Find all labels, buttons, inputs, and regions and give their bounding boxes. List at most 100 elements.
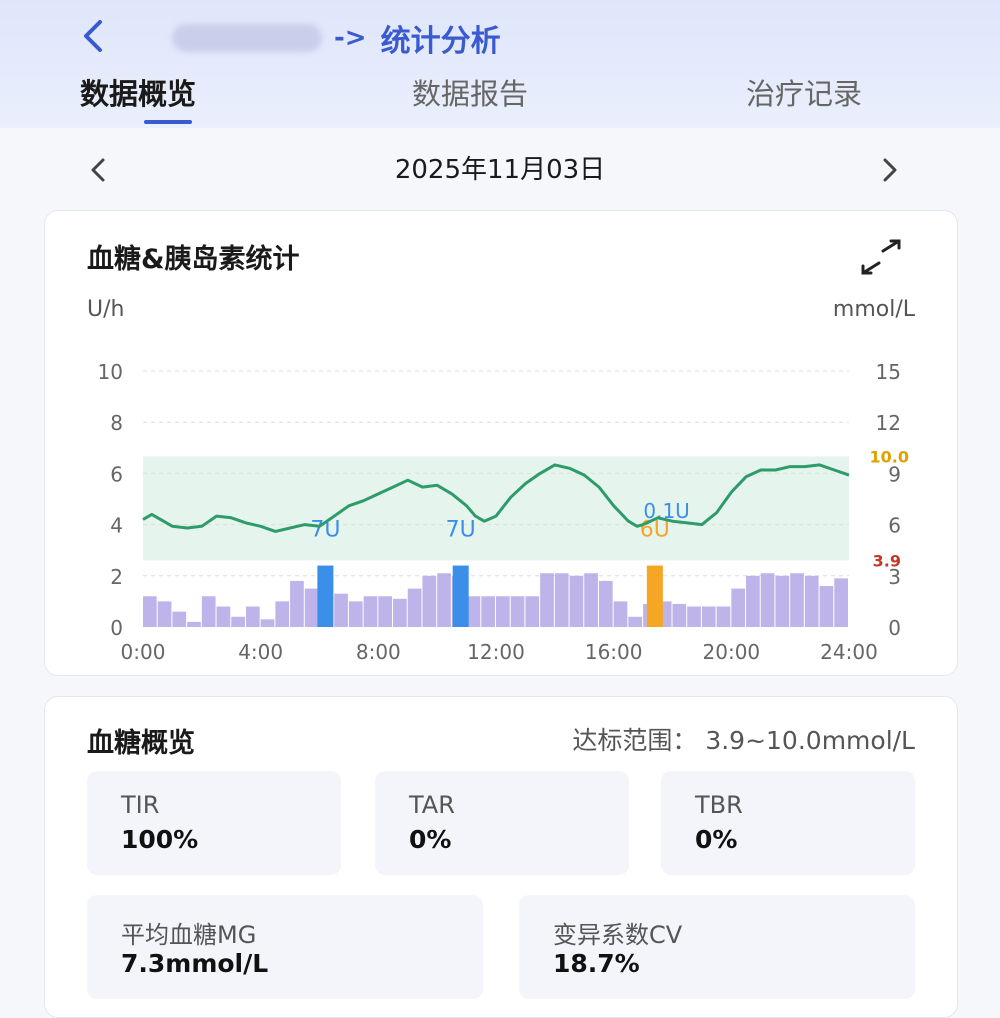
basal-rate-bar bbox=[496, 596, 510, 627]
y-left-tick-label: 6 bbox=[110, 462, 123, 486]
metric-value: 100% bbox=[121, 825, 199, 854]
basal-rate-bar bbox=[760, 573, 775, 627]
basal-rate-bar bbox=[363, 596, 378, 627]
basal-rate-bar bbox=[687, 606, 701, 627]
page-title: 统计分析 bbox=[380, 24, 501, 59]
back-button[interactable] bbox=[74, 16, 114, 56]
target-high-label: 10.0 bbox=[870, 447, 909, 466]
current-date: 2025年11月03日 bbox=[394, 155, 606, 185]
breadcrumb-separator: -> bbox=[334, 23, 367, 53]
basal-rate-bar bbox=[598, 580, 613, 627]
basal-rate-bar bbox=[525, 596, 540, 627]
app-header: -> 统计分析 数据概览 数据报告 治疗记录 bbox=[0, 0, 1000, 128]
x-tick-label: 12:00 bbox=[467, 640, 525, 664]
basal-rate-bar bbox=[716, 606, 731, 627]
metric-value: 0% bbox=[695, 825, 738, 854]
metric-value: 0% bbox=[409, 825, 452, 854]
metric-label: 平均血糖MG bbox=[121, 921, 257, 949]
basal-rate-bar bbox=[201, 596, 216, 627]
basal-rate-bar bbox=[378, 596, 393, 627]
metric-tbr: TBR 0% bbox=[661, 771, 915, 875]
basal-rate-bar bbox=[613, 601, 628, 627]
basal-rate-bar bbox=[437, 573, 451, 627]
basal-rate-bar bbox=[554, 573, 569, 627]
next-date-button[interactable] bbox=[870, 148, 910, 192]
chevron-right-icon bbox=[883, 158, 897, 182]
basal-rate-bar bbox=[231, 616, 245, 627]
basal-rate-bar bbox=[216, 606, 231, 627]
basal-rate-bar bbox=[187, 621, 201, 627]
bolus-bar bbox=[317, 565, 334, 627]
y-left-tick-label: 4 bbox=[110, 514, 123, 538]
x-tick-label: 24:00 bbox=[820, 640, 878, 664]
metric-mean-glucose: 平均血糖MG 7.3mmol/L bbox=[87, 895, 483, 999]
basal-rate-bar bbox=[569, 575, 584, 627]
x-tick-label: 16:00 bbox=[585, 640, 643, 664]
basal-rate-bar bbox=[804, 575, 819, 627]
basal-rate-bar bbox=[422, 575, 437, 627]
x-tick-label: 8:00 bbox=[356, 640, 401, 664]
target-low-label: 3.9 bbox=[873, 551, 901, 570]
glucose-insulin-chart-card: 血糖&胰岛素统计 U/h mmol/L 0 2 4 6 8 10 0 3 6 9 12 15 10.0 3… bbox=[44, 210, 958, 676]
metric-label: TAR bbox=[409, 791, 455, 819]
basal-rate-bar bbox=[775, 575, 790, 627]
tab-data-overview[interactable]: 数据概览 bbox=[80, 74, 196, 114]
basal-rate-bar bbox=[731, 588, 746, 627]
metric-label: TBR bbox=[695, 791, 743, 819]
glucose-overview-card: 血糖概览 达标范围： 3.9~10.0mmol/L TIR 100% TAR 0… bbox=[44, 696, 958, 1018]
basal-rate-bar bbox=[584, 573, 598, 627]
basal-rate-bar bbox=[290, 580, 304, 627]
basal-rate-bar bbox=[819, 586, 834, 627]
basal-rate-bar bbox=[746, 575, 760, 627]
y-left-tick-label: 8 bbox=[110, 411, 123, 435]
metric-label: TIR bbox=[121, 791, 160, 819]
basal-rate-bar bbox=[672, 603, 687, 627]
basal-rate-bar bbox=[275, 601, 290, 627]
y-right-tick-label: 6 bbox=[888, 514, 901, 538]
target-range-text: 达标范围： 3.9~10.0mmol/L bbox=[572, 726, 915, 755]
target-range-band bbox=[143, 456, 849, 561]
chevron-left-icon bbox=[84, 20, 102, 52]
y-left-tick-label: 0 bbox=[110, 616, 123, 640]
basal-rate-bar bbox=[540, 573, 554, 627]
basal-rate-bar bbox=[172, 611, 187, 627]
y-right-tick-label: 15 bbox=[876, 360, 901, 384]
basal-rate-bar bbox=[393, 598, 407, 627]
bolus-bar bbox=[452, 565, 469, 627]
basal-rate-bar bbox=[790, 573, 804, 627]
blurred-username bbox=[172, 24, 322, 52]
basal-rate-bar bbox=[348, 601, 363, 627]
glucose-insulin-chart: 02468100369121510.03.97U 7U 6U0.1U0:00 4:00… bbox=[98, 360, 909, 664]
y-left-tick-label: 10 bbox=[98, 360, 123, 384]
bolus-bar bbox=[646, 565, 663, 627]
bolus-label: 7U bbox=[446, 518, 476, 543]
basal-rate-bar bbox=[157, 601, 172, 627]
x-tick-label: 4:00 bbox=[238, 640, 283, 664]
x-tick-label: 20:00 bbox=[703, 640, 761, 664]
metric-cv: 变异系数CV 18.7% bbox=[519, 895, 915, 999]
metric-tir: TIR 100% bbox=[87, 771, 341, 875]
basal-rate-bar bbox=[834, 578, 848, 627]
y-right-tick-label: 12 bbox=[876, 411, 901, 435]
basal-rate-bar bbox=[481, 596, 495, 627]
basal-rate-bar bbox=[510, 596, 525, 627]
date-navigator: 2025年11月03日 bbox=[0, 148, 1000, 192]
basal-rate-bar bbox=[143, 596, 157, 627]
tab-treatment-records[interactable]: 治疗记录 bbox=[746, 74, 862, 114]
y-left-tick-label: 2 bbox=[110, 565, 123, 589]
basal-rate-bar bbox=[628, 616, 643, 627]
basal-rate-bar bbox=[701, 606, 716, 627]
metric-value: 7.3mmol/L bbox=[121, 949, 269, 978]
breadcrumb: -> 统计分析 bbox=[172, 16, 501, 60]
basal-rate-bar bbox=[334, 593, 348, 627]
basal-rate-bar bbox=[304, 588, 319, 627]
active-tab-indicator bbox=[144, 120, 192, 124]
basal-rate-bar bbox=[407, 588, 422, 627]
tab-data-report[interactable]: 数据报告 bbox=[412, 74, 528, 114]
y-right-tick-label: 0 bbox=[888, 616, 901, 640]
metric-value: 18.7% bbox=[553, 949, 640, 978]
basal-rate-bar bbox=[245, 606, 260, 627]
metric-tar: TAR 0% bbox=[375, 771, 629, 875]
overview-card-title: 血糖概览 bbox=[87, 728, 195, 759]
metric-label: 变异系数CV bbox=[553, 921, 683, 949]
